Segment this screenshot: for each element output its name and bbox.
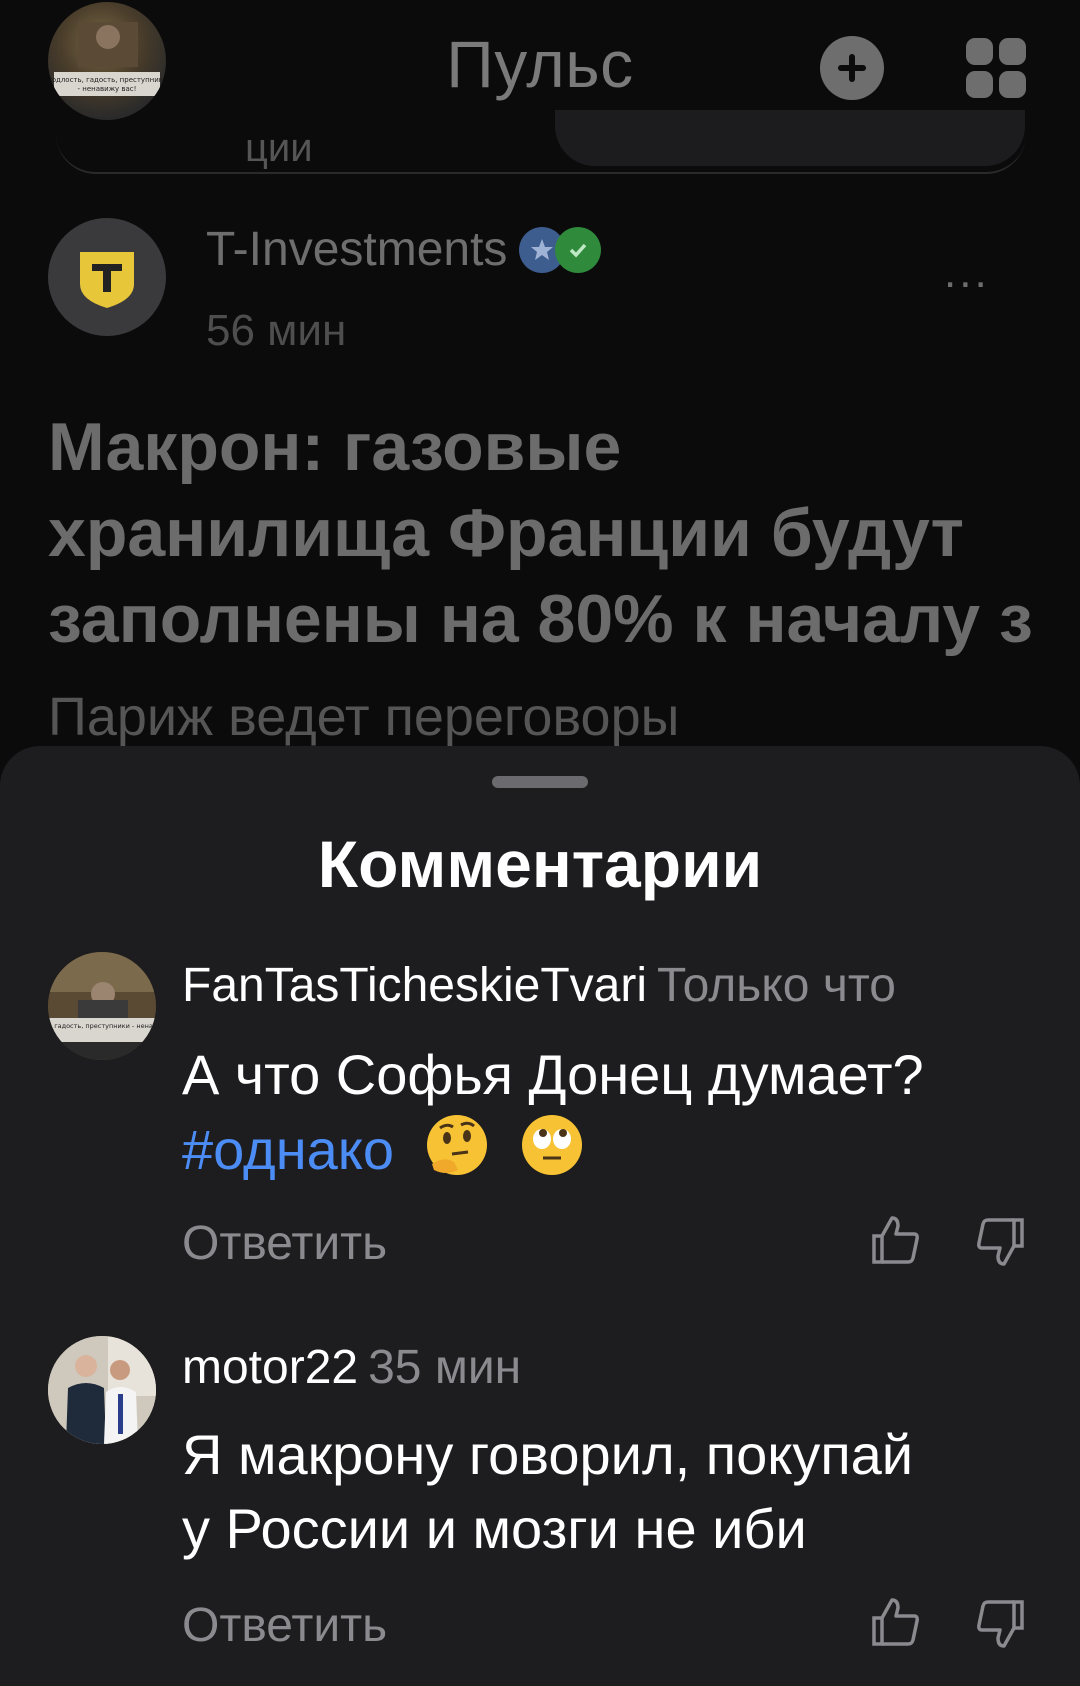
plus-icon xyxy=(838,54,866,82)
comment-text-line: #однако xyxy=(182,1112,1042,1196)
comment-text-line: Я макрону говорил, покупай xyxy=(182,1423,914,1486)
comment-time: Только что xyxy=(657,959,896,1012)
comment-text: А что Софья Донец думает? #однако xyxy=(182,1038,1042,1196)
headline-line: Макрон: газовые xyxy=(48,409,622,485)
post-author-avatar[interactable] xyxy=(48,218,166,336)
thumbs-down-icon xyxy=(977,1218,1024,1266)
comment-avatar[interactable]: Подлость, гадость, преступники - ненавиж… xyxy=(48,952,156,1060)
verified-badge-icon xyxy=(555,226,602,273)
grid-icon xyxy=(966,38,1026,98)
comment-header: FanTasTicheskieTvari Только что xyxy=(182,958,896,1013)
author-badges xyxy=(519,226,602,273)
comment-text-line: А что Софья Донец думает? xyxy=(182,1043,924,1106)
like-button[interactable] xyxy=(868,1594,924,1650)
comment-avatar[interactable] xyxy=(48,1336,156,1444)
avatar-photo xyxy=(48,1336,156,1444)
post-lead: Париж ведет переговоры xyxy=(48,687,680,747)
previous-card-text: ции xyxy=(245,126,313,170)
dislike-button[interactable] xyxy=(972,1214,1028,1270)
comment-author[interactable]: FanTasTicheskieTvari xyxy=(182,959,647,1012)
post-author-name: T-Investments xyxy=(206,223,508,276)
thumbs-up-icon xyxy=(872,1598,919,1646)
reply-button[interactable]: Ответить xyxy=(182,1598,387,1653)
comment-text-line: у России и мозги не иби xyxy=(182,1497,807,1560)
comment-header: motor22 35 мин xyxy=(182,1340,521,1395)
drag-handle[interactable] xyxy=(492,776,588,788)
page-title: Пульс xyxy=(446,27,634,101)
like-button[interactable] xyxy=(868,1212,924,1268)
svg-text:Подлость, гадость, преступники: Подлость, гадость, преступники - ненавиж… xyxy=(48,1022,156,1030)
headline-line: хранилища Франции будут xyxy=(48,495,964,571)
thumbs-up-icon xyxy=(872,1216,919,1264)
more-options-icon[interactable]: ... xyxy=(944,248,990,298)
comments-title: Комментарии xyxy=(317,827,763,901)
thumbs-down-icon xyxy=(977,1600,1024,1648)
dislike-button[interactable] xyxy=(972,1596,1028,1652)
comment-author[interactable]: motor22 xyxy=(182,1341,358,1394)
headline-line: заполнены на 80% к началу з xyxy=(48,581,1033,657)
comment-time: 35 мин xyxy=(368,1341,522,1394)
t-investments-logo-icon xyxy=(80,252,134,308)
comment-text: Я макрону говорил, покупай у России и мо… xyxy=(182,1418,1042,1566)
add-post-button[interactable] xyxy=(820,36,884,100)
reply-button[interactable]: Ответить xyxy=(182,1216,387,1271)
menu-grid-button[interactable] xyxy=(966,38,1026,98)
comments-sheet: Комментарии Подлость, гадость, преступни… xyxy=(0,746,1080,1686)
post-author[interactable]: T-Investments xyxy=(206,222,602,277)
eye-roll-face-icon xyxy=(519,1112,585,1196)
post-time: 56 мин xyxy=(206,306,347,355)
avatar-photo: Подлость, гадость, преступники - ненавиж… xyxy=(48,952,156,1060)
hashtag-link[interactable]: #однако xyxy=(182,1118,394,1181)
previous-card-edge xyxy=(56,120,1026,174)
screen: Подлость, гадость, преступники - ненавиж… xyxy=(0,0,1080,1686)
post-headline[interactable]: Макрон: газовые хранилища Франции будут … xyxy=(48,404,1068,662)
thinking-face-icon xyxy=(424,1112,490,1196)
